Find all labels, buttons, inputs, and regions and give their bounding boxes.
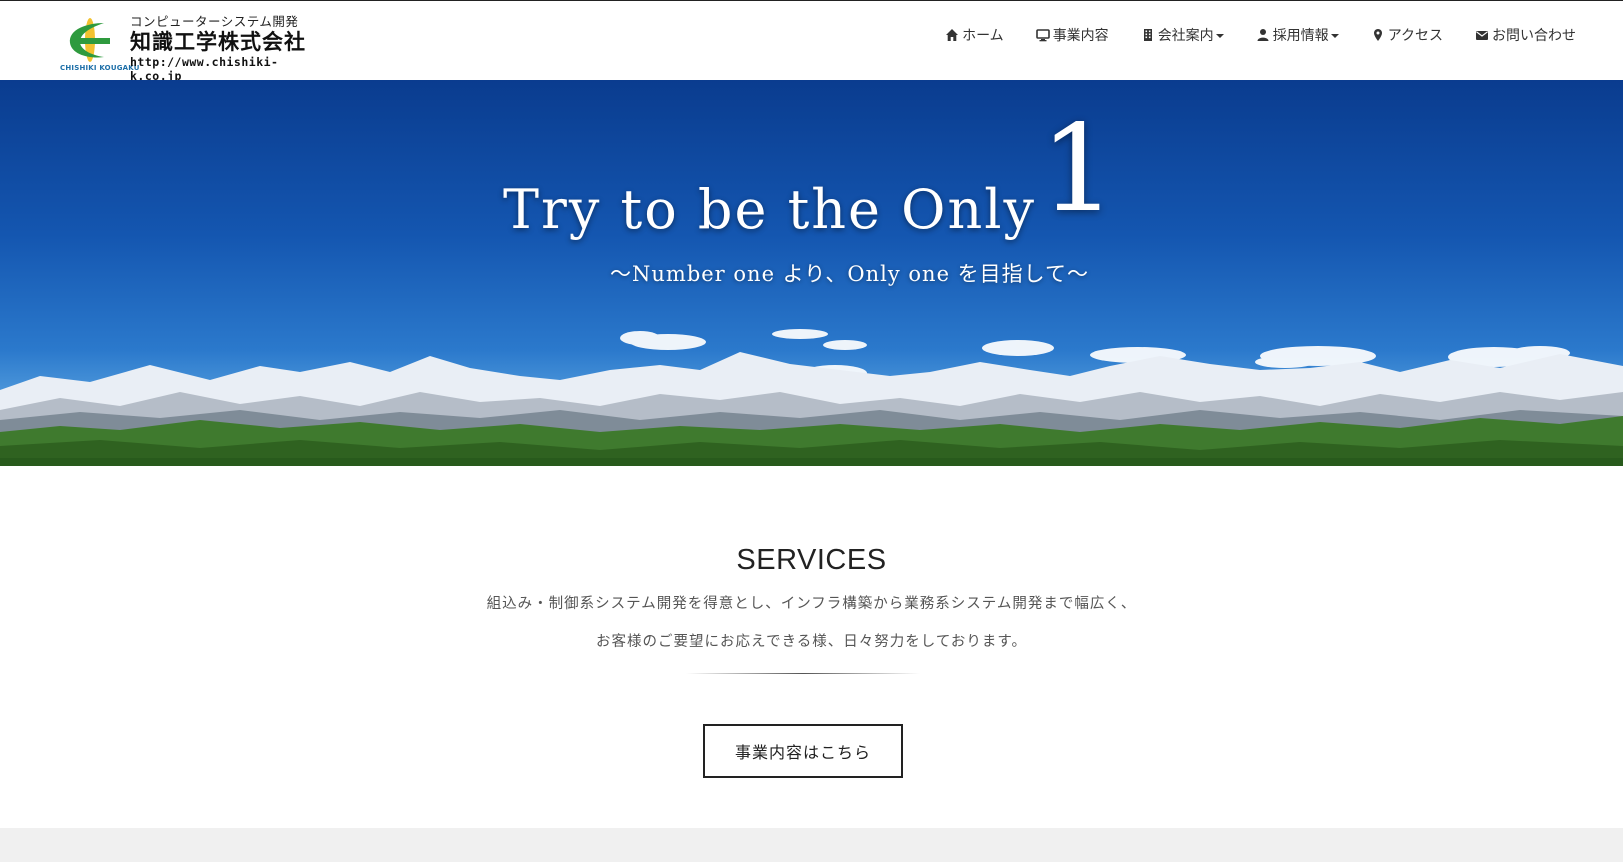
logo-text: コンピューターシステム開発 知識工学株式会社 http://www.chishi… [130,14,310,84]
hero-number: 1 [1040,100,1117,239]
logo-mark-icon: CHISHIKI KOUGAKU [60,15,139,73]
nav-recruit-label: 採用情報 [1272,28,1329,44]
nav-company[interactable]: 会社案内 [1141,25,1224,45]
services-details-button[interactable]: 事業内容はこちら [703,724,903,778]
company-name: 知識工学株式会社 [130,30,306,54]
services-section: SERVICES 組込み・制御系システム開発を得意とし、インフラ構築から業務系シ… [0,466,1623,828]
logo-subtitle: コンピューターシステム開発 [130,14,299,29]
company-logo[interactable]: CHISHIKI KOUGAKU コンピューターシステム開発 知識工学株式会社 … [60,13,310,84]
home-icon [945,28,959,42]
hero-title: Try to be the Only [503,178,1036,241]
nav-contact[interactable]: お問い合わせ [1475,25,1576,45]
nav-home-label: ホーム [962,28,1004,44]
nav-company-label: 会社案内 [1157,28,1214,44]
services-description-line1: 組込み・制御系システム開発を得意とし、インフラ構築から業務系システム開発まで幅広… [486,596,1137,612]
hero-banner: Try to be the Only 1 〜Number one より、Only… [0,80,1623,466]
nav-home[interactable]: ホーム [945,25,1004,45]
chevron-down-icon [1215,34,1224,38]
envelope-icon [1475,28,1489,42]
chevron-down-icon [1330,34,1339,38]
building-icon [1141,28,1155,42]
nav-services-label: 事業内容 [1052,28,1109,44]
hero-subtitle: 〜Number one より、Only one を目指して〜 [610,262,1090,286]
next-section-band [0,828,1623,862]
logo-english-name: CHISHIKI KOUGAKU [60,64,140,72]
user-icon [1256,28,1270,42]
nav-services[interactable]: 事業内容 [1035,25,1109,45]
nav-contact-label: お問い合わせ [1492,28,1576,44]
site-header: CHISHIKI KOUGAKU コンピューターシステム開発 知識工学株式会社 … [0,0,1623,84]
nav-access-label: アクセス [1387,28,1443,44]
services-description-line2: お客様のご要望にお応えできる様、日々努力をしております。 [596,634,1027,650]
nav-access[interactable]: アクセス [1371,25,1443,45]
monitor-icon [1035,28,1050,42]
company-url: http://www.chishiki-k.co.jp [130,55,279,83]
map-marker-icon [1371,28,1385,42]
main-nav: ホーム 事業内容 会社案内 採用情報 アクセス お問い合わせ [945,25,1576,45]
services-title: SERVICES [736,544,887,576]
nav-recruit[interactable]: 採用情報 [1256,25,1339,45]
section-divider [686,673,920,674]
